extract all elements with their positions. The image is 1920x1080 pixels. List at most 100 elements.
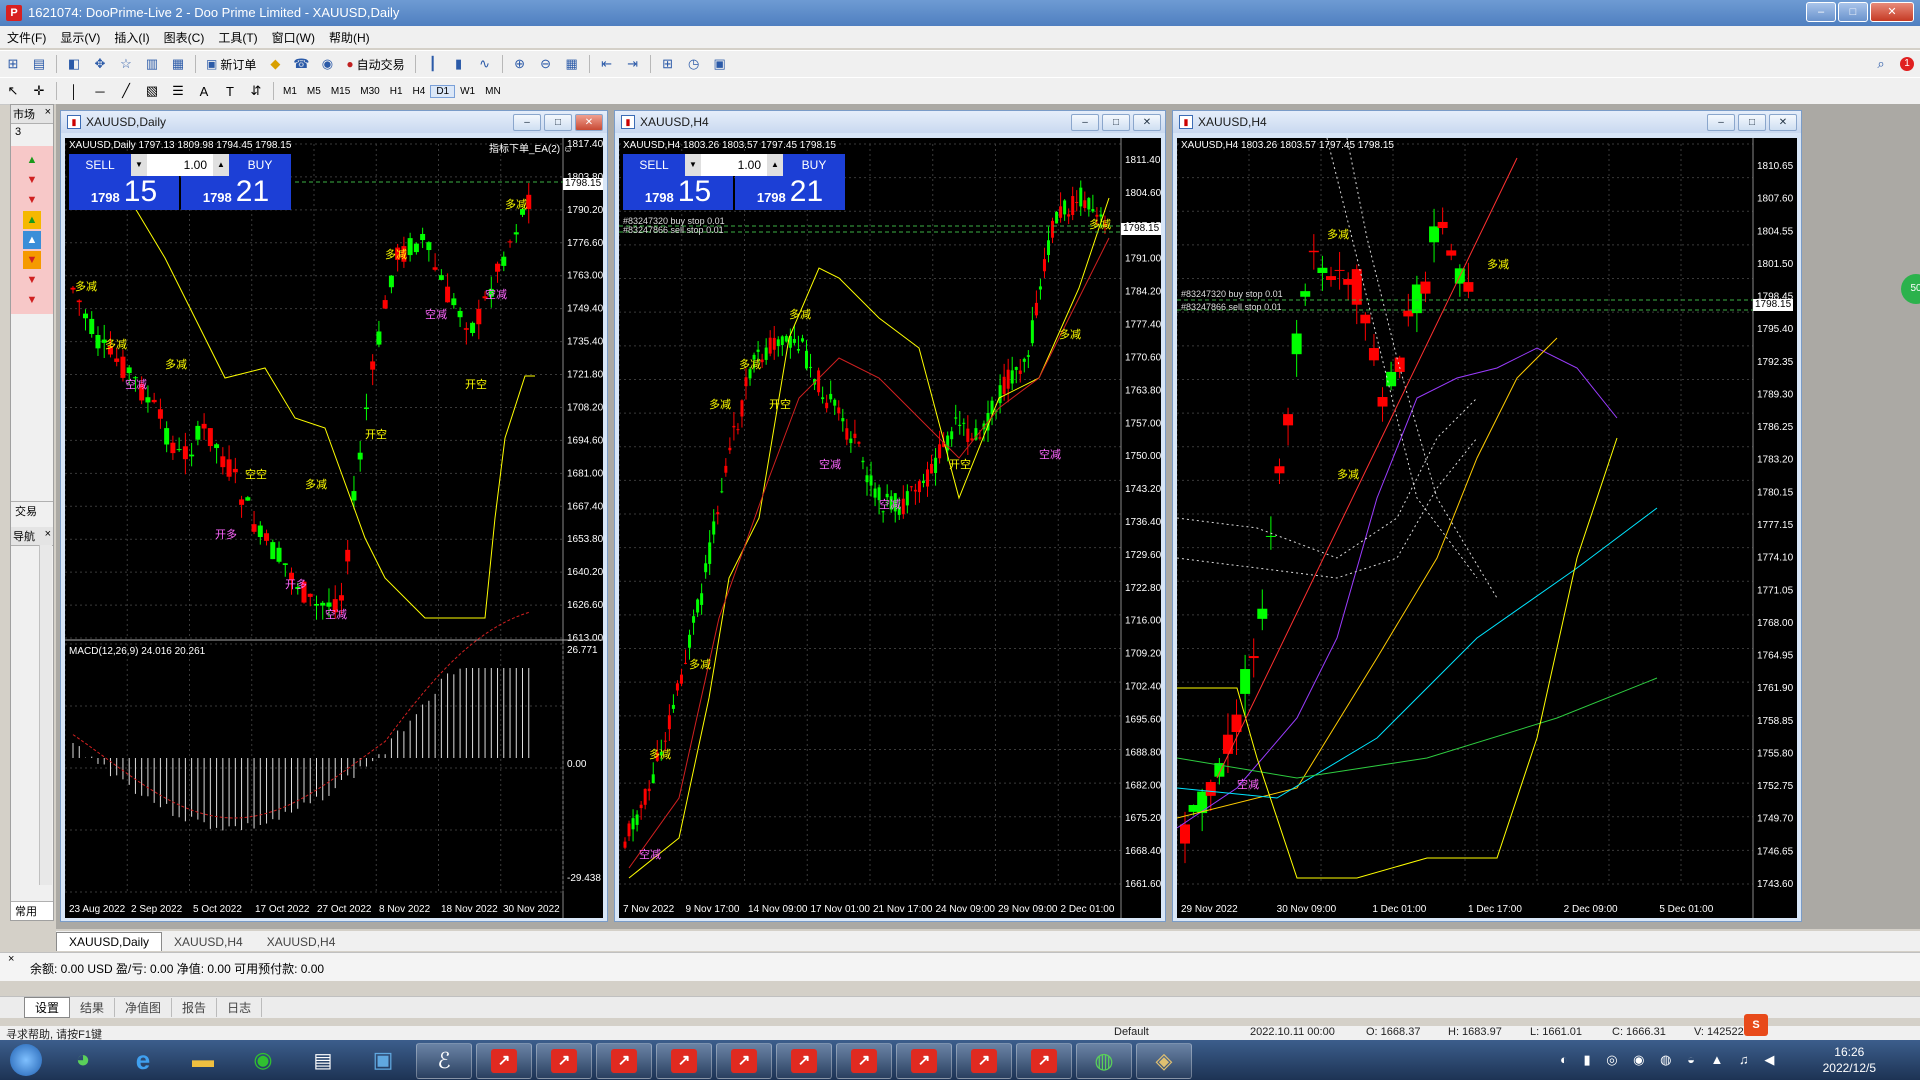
chart-canvas[interactable]: 1817.401803.801790.201776.601763.001749.… (65, 138, 603, 918)
menu-tools[interactable]: 工具(T) (211, 29, 264, 46)
maximize-button[interactable]: □ (1738, 114, 1766, 131)
taskbar-mt4-icon[interactable]: ↗ (836, 1043, 892, 1079)
tab-results[interactable]: 结果 (70, 998, 116, 1017)
lot-increase-button[interactable]: ▲ (767, 154, 783, 176)
taskbar-editor-icon[interactable]: ℰ (416, 1043, 472, 1079)
ime-logo-icon[interactable]: S (1744, 1014, 1768, 1036)
timeframe-h1[interactable]: H1 (385, 86, 408, 97)
start-button[interactable] (4, 1043, 48, 1077)
chart-window-h4-2[interactable]: ▮ XAUUSD,H4 – □ ✕ 1810.65 1807.60 1804.55 1801… (1172, 110, 1802, 922)
timeframe-h4[interactable]: H4 (408, 86, 431, 97)
taskbar-mt4-icon[interactable]: ↗ (776, 1043, 832, 1079)
tab-report[interactable]: 报告 (172, 998, 218, 1017)
timeframe-mn[interactable]: MN (480, 86, 506, 97)
trendline-icon[interactable]: ╱ (115, 81, 137, 101)
chart-shift-icon[interactable]: ⇤ (596, 54, 618, 74)
taskbar-tool-icon[interactable]: ◈ (1136, 1043, 1192, 1079)
taskbar-mt4-icon[interactable]: ↗ (476, 1043, 532, 1079)
arrow-down-icon[interactable]: ▼ (23, 171, 41, 189)
notifications-icon[interactable]: 1 (1896, 54, 1918, 74)
market-icon[interactable]: ◉ (316, 54, 338, 74)
signals-icon[interactable]: ☎ (290, 54, 312, 74)
taskbar-wechat-icon[interactable]: ◍ (1076, 1043, 1132, 1079)
taskbar-mt4-icon[interactable]: ↗ (956, 1043, 1012, 1079)
tile-windows-icon[interactable]: ▦ (561, 54, 583, 74)
zoom-in-icon[interactable]: ⊕ (509, 54, 531, 74)
text-label-icon[interactable]: T (219, 81, 241, 101)
taskbar-word-icon[interactable]: ▤ (296, 1043, 350, 1077)
navigator-icon[interactable]: ☆ (115, 54, 137, 74)
tab-xauusd-h4[interactable]: XAUUSD,H4 (162, 933, 255, 951)
arrow-down-icon[interactable]: ▼ (23, 251, 41, 269)
profiles-icon[interactable]: ▤ (28, 54, 50, 74)
close-icon[interactable]: × (45, 106, 51, 122)
horizontal-line-icon[interactable]: ─ (89, 81, 111, 101)
chart-window-daily[interactable]: ▮XAUUSD,Daily –□✕ 1817.401803.801790.201… (60, 110, 608, 922)
arrow-up-icon[interactable]: ▲ (23, 151, 41, 169)
close-button[interactable]: ✕ (575, 114, 603, 131)
taskbar-clock[interactable]: 16:26 2022/12/5 (1823, 1044, 1876, 1076)
timeframe-m15[interactable]: M15 (326, 86, 355, 97)
minimize-button[interactable]: – (513, 114, 541, 131)
auto-scroll-icon[interactable]: ⇥ (622, 54, 644, 74)
minimize-button[interactable]: – (1707, 114, 1735, 131)
bid-price[interactable]: 1798 15 (623, 176, 733, 210)
menu-insert[interactable]: 插入(I) (107, 29, 156, 46)
timeframe-m1[interactable]: M1 (278, 86, 302, 97)
minimize-button[interactable]: – (1806, 2, 1836, 22)
taskbar-mt4-icon[interactable]: ↗ (536, 1043, 592, 1079)
arrow-down-icon[interactable]: ▼ (23, 271, 41, 289)
crosshair-icon[interactable]: ✛ (28, 81, 50, 101)
new-chart-icon[interactable]: ⊞ (2, 54, 24, 74)
lot-decrease-button[interactable]: ▼ (131, 154, 147, 176)
taskbar-files-icon[interactable]: ▣ (356, 1043, 410, 1077)
channel-icon[interactable]: ▧ (141, 81, 163, 101)
text-icon[interactable]: A (193, 81, 215, 101)
metaeditor-icon[interactable]: ◆ (264, 54, 286, 74)
arrow-up-icon[interactable]: ▲ (23, 211, 41, 229)
close-button[interactable]: ✕ (1133, 114, 1161, 131)
arrows-icon[interactable]: ⇵ (245, 81, 267, 101)
indicators-icon[interactable]: ⊞ (657, 54, 679, 74)
maximize-button[interactable]: □ (544, 114, 572, 131)
strategy-tester-icon[interactable]: ▦ (167, 54, 189, 74)
search-icon[interactable]: ⌕ (1870, 54, 1892, 74)
cursor-icon[interactable]: ↖ (2, 81, 24, 101)
lot-input[interactable]: 1.00 (147, 158, 213, 172)
taskbar-mt4-icon[interactable]: ↗ (716, 1043, 772, 1079)
tab-xauusd-daily[interactable]: XAUUSD,Daily (56, 932, 163, 951)
common-tab[interactable]: 常用 (11, 901, 53, 920)
periods-icon[interactable]: ◷ (683, 54, 705, 74)
taskbar-mt4-icon[interactable]: ↗ (596, 1043, 652, 1079)
auto-trading-button[interactable]: ● 自动交易 (346, 56, 404, 73)
arrow-down-icon[interactable]: ▼ (23, 291, 41, 309)
taskbar-360-icon[interactable]: ◕ (56, 1043, 110, 1077)
chart-canvas[interactable]: 1811.401804.601797.851791.001784.201777.… (619, 138, 1161, 918)
templates-icon[interactable]: ▣ (709, 54, 731, 74)
tab-xauusd-h4-2[interactable]: XAUUSD,H4 (255, 933, 348, 951)
close-button[interactable]: ✕ (1870, 2, 1914, 22)
fibonacci-icon[interactable]: ☰ (167, 81, 189, 101)
sell-button[interactable]: SELL (623, 154, 685, 176)
sell-stop-order-label[interactable]: #83247866 sell stop 0.01 (1181, 302, 1282, 312)
market-watch-icon[interactable]: ◧ (63, 54, 85, 74)
timeframe-m30[interactable]: M30 (355, 86, 384, 97)
buy-stop-order-label[interactable]: #83247320 buy stop 0.01 (1181, 289, 1283, 299)
menu-charts[interactable]: 图表(C) (157, 29, 212, 46)
chart-canvas[interactable]: 1810.65 1807.60 1804.55 1801.50 1798.45 1795.… (1177, 138, 1797, 918)
vertical-line-icon[interactable]: │ (63, 81, 85, 101)
menu-file[interactable]: 文件(F) (0, 29, 53, 46)
taskbar-ie-icon[interactable]: e (116, 1043, 170, 1077)
tab-journal[interactable]: 日志 (217, 998, 263, 1017)
minimize-button[interactable]: – (1071, 114, 1099, 131)
navigator-scrollbar[interactable] (39, 545, 52, 885)
maximize-button[interactable]: □ (1838, 2, 1868, 22)
buy-button[interactable]: BUY (229, 154, 291, 176)
menu-view[interactable]: 显示(V) (53, 29, 107, 46)
trade-tab[interactable]: 交易 (11, 501, 53, 520)
sell-button[interactable]: SELL (69, 154, 131, 176)
ask-price[interactable]: 1798 21 (735, 176, 845, 210)
close-icon[interactable]: × (8, 953, 14, 965)
terminal-icon[interactable]: ▥ (141, 54, 163, 74)
taskbar-browser-icon[interactable]: ◉ (236, 1043, 290, 1077)
